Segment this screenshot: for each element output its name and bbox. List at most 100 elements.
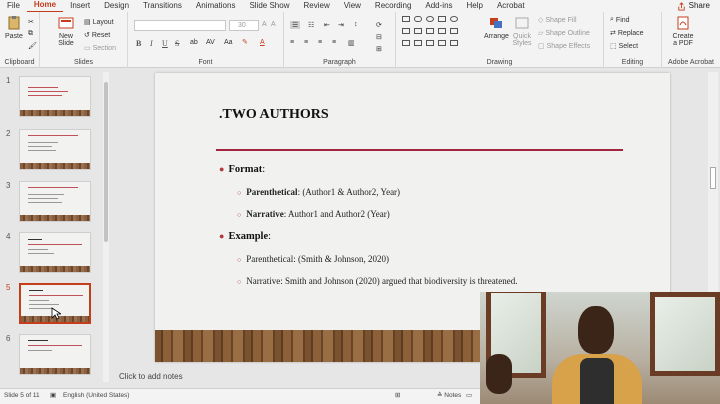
char-spacing-icon[interactable]: AV xyxy=(206,39,215,46)
thumbnail-1[interactable]: 1 xyxy=(0,76,100,120)
line-shape-icon[interactable] xyxy=(402,28,410,34)
select-button[interactable]: ⬚ Select xyxy=(610,42,638,51)
align-right-icon[interactable]: ≡ xyxy=(318,39,322,46)
font-family-select[interactable] xyxy=(134,20,226,31)
more-shapes-icon[interactable] xyxy=(450,40,458,46)
justify-icon[interactable]: ≡ xyxy=(332,39,336,46)
change-case-icon[interactable]: Aa xyxy=(224,39,233,46)
thumbnail-image[interactable] xyxy=(19,232,91,273)
font-color-icon[interactable]: A xyxy=(260,39,265,46)
tab-file[interactable]: File xyxy=(0,0,27,12)
create-pdf-button[interactable]: Create a PDF xyxy=(670,16,696,47)
scrollbar-thumb[interactable] xyxy=(710,167,716,189)
decrease-indent-icon[interactable]: ⇤ xyxy=(324,21,330,29)
align-text-icon[interactable]: ⊟ xyxy=(376,33,382,41)
rounded-rect-shape-icon[interactable] xyxy=(414,16,422,22)
curve-shape-icon[interactable] xyxy=(402,40,410,46)
quick-styles-button[interactable]: Quick Styles xyxy=(512,16,532,47)
tab-add-ins[interactable]: Add-ins xyxy=(418,0,459,12)
callout-shape-icon[interactable] xyxy=(426,40,434,46)
align-center-icon[interactable]: ≡ xyxy=(304,39,308,46)
view-normal-icon[interactable]: ▭ xyxy=(466,389,472,403)
slide-title[interactable]: .TWO AUTHORS xyxy=(219,107,329,123)
thumbnail-3[interactable]: 3 xyxy=(0,181,100,225)
tab-insert[interactable]: Insert xyxy=(63,0,97,12)
tab-review[interactable]: Review xyxy=(296,0,336,12)
numbering-icon[interactable]: ☷ xyxy=(308,21,314,29)
text-shadow-icon[interactable]: ab xyxy=(190,39,198,46)
thumbnail-scrollbar[interactable] xyxy=(103,72,109,382)
strikethrough-button[interactable]: S xyxy=(175,39,179,48)
find-button[interactable]: ⌕ Find xyxy=(610,16,630,24)
shape-outline-button[interactable]: ▱ Shape Outline xyxy=(538,29,590,38)
notes-toggle[interactable]: ≙ Notes xyxy=(437,389,461,403)
thumbnail-image[interactable] xyxy=(19,334,91,375)
shapes-gallery[interactable] xyxy=(402,16,480,50)
sub-bullet-example-parenthetical[interactable]: ○ Parenthetical: (Smith & Johnson, 2020) xyxy=(237,254,389,264)
triangle-shape-icon[interactable] xyxy=(426,28,434,34)
shape-effects-button[interactable]: ▢ Shape Effects xyxy=(538,42,590,51)
highlight-icon[interactable]: ✎ xyxy=(242,38,248,46)
arrow-shape-icon[interactable] xyxy=(414,28,422,34)
arrange-button[interactable]: Arrange xyxy=(484,16,509,40)
tab-help[interactable]: Help xyxy=(460,0,490,12)
bullet-format[interactable]: ● Format: xyxy=(219,164,265,175)
tab-transitions[interactable]: Transitions xyxy=(136,0,189,12)
paste-button[interactable]: Paste xyxy=(5,16,23,40)
share-button[interactable]: Share xyxy=(677,0,710,12)
smartart-icon[interactable]: ⊞ xyxy=(376,45,382,53)
circle-shape-icon[interactable] xyxy=(450,16,458,22)
star-shape-icon[interactable] xyxy=(438,28,446,34)
brace-shape-icon[interactable] xyxy=(450,28,458,34)
reset-button[interactable]: ↺ Reset xyxy=(84,31,110,40)
bullets-icon[interactable]: ☰ xyxy=(290,21,301,29)
shrink-font-icon[interactable]: A xyxy=(271,21,276,28)
rectangle-shape-icon[interactable] xyxy=(402,16,410,22)
thumbnail-5[interactable]: 5 xyxy=(0,283,100,327)
oval-shape-icon[interactable] xyxy=(426,16,434,22)
flow-shape-icon[interactable] xyxy=(438,40,446,46)
thumbnail-image[interactable] xyxy=(19,76,91,117)
replace-button[interactable]: ⇄ Replace xyxy=(610,29,644,38)
underline-button[interactable]: U xyxy=(162,39,168,48)
tab-view[interactable]: View xyxy=(337,0,368,12)
increase-indent-icon[interactable]: ⇥ xyxy=(338,21,344,29)
bracket-shape-icon[interactable] xyxy=(414,40,422,46)
cut-icon[interactable]: ✂ xyxy=(28,18,34,26)
tab-recording[interactable]: Recording xyxy=(368,0,418,12)
rect-shape-icon[interactable] xyxy=(438,16,446,22)
bold-button[interactable]: B xyxy=(136,39,141,48)
line-spacing-icon[interactable]: ↕ xyxy=(354,21,358,28)
tab-slide-show[interactable]: Slide Show xyxy=(242,0,296,12)
language-indicator[interactable]: English (United States) xyxy=(63,389,129,403)
text-direction-icon[interactable]: ⟳ xyxy=(376,21,382,29)
font-size-select[interactable]: 30 xyxy=(229,20,259,31)
tab-acrobat[interactable]: Acrobat xyxy=(490,0,532,12)
scrollbar-thumb[interactable] xyxy=(104,82,108,242)
shape-fill-button[interactable]: ◇ Shape Fill xyxy=(538,16,577,25)
notes-pane[interactable]: Click to add notes xyxy=(112,368,512,386)
sub-bullet-parenthetical[interactable]: ○ Parenthetical: (Author1 & Author2, Year… xyxy=(237,187,400,197)
new-slide-button[interactable]: New Slide xyxy=(56,16,76,47)
sub-bullet-example-narrative[interactable]: ○ Narrative: Smith and Johnson (2020) arg… xyxy=(237,276,518,286)
columns-icon[interactable]: ▥ xyxy=(348,39,355,47)
section-button[interactable]: ▭ Section xyxy=(84,44,116,53)
grow-font-icon[interactable]: A xyxy=(262,21,267,28)
thumbnail-image-selected[interactable] xyxy=(19,283,91,324)
accessibility-icon[interactable]: ▣ xyxy=(50,389,56,403)
layout-button[interactable]: ▤ Layout xyxy=(84,18,114,27)
accessibility-check-icon[interactable]: ⊞ xyxy=(395,389,400,403)
align-left-icon[interactable]: ≡ xyxy=(290,39,294,46)
thumbnail-image[interactable] xyxy=(19,129,91,170)
thumbnail-4[interactable]: 4 xyxy=(0,232,100,276)
tab-animations[interactable]: Animations xyxy=(189,0,243,12)
thumbnail-image[interactable] xyxy=(19,181,91,222)
thumbnail-2[interactable]: 2 xyxy=(0,129,100,173)
copy-icon[interactable]: ⧉ xyxy=(28,30,33,38)
bullet-example[interactable]: ● Example: xyxy=(219,231,271,242)
format-painter-icon[interactable]: 🖌 xyxy=(28,42,37,50)
sub-bullet-narrative[interactable]: ○ Narrative: Author1 and Author2 (Year) xyxy=(237,209,390,219)
tab-design[interactable]: Design xyxy=(97,0,136,12)
italic-button[interactable]: I xyxy=(150,39,153,48)
thumbnail-6[interactable]: 6 xyxy=(0,334,100,378)
